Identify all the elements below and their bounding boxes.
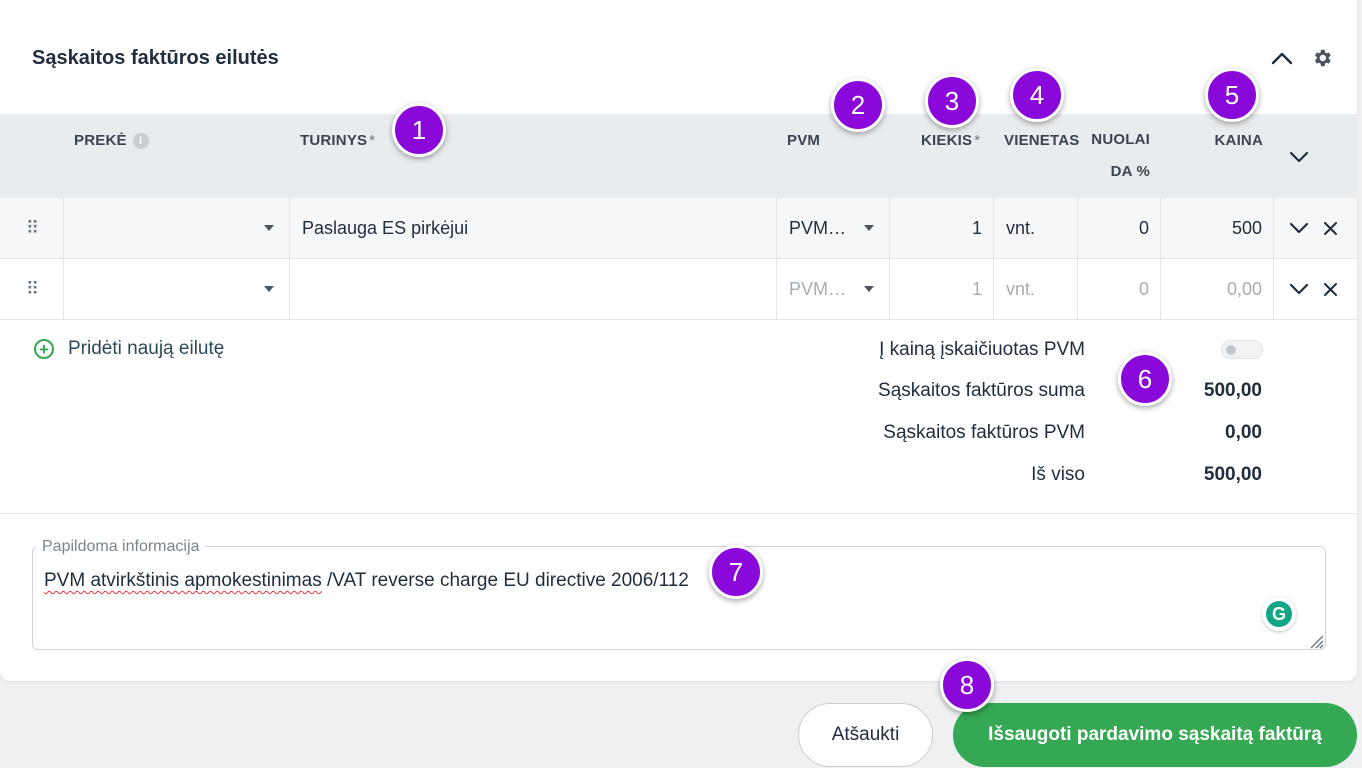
- col-nuolaida: NUOLAI DA %: [1091, 131, 1150, 180]
- extra-info-textarea[interactable]: [32, 546, 1326, 650]
- callout-badge: 7: [709, 545, 763, 599]
- plus-circle-icon: +: [34, 339, 54, 359]
- turinys-input[interactable]: Paslauga ES pirkėjui: [302, 198, 772, 258]
- callout-badge: 2: [831, 78, 885, 132]
- col-vienetas: VIENETAS: [1004, 132, 1080, 149]
- kaina-input[interactable]: 0,00: [1161, 259, 1262, 319]
- vat-included-toggle[interactable]: [1221, 340, 1263, 359]
- col-kiekis: KIEKIS *: [921, 132, 981, 149]
- invoice-total-label: Iš viso: [1031, 464, 1085, 485]
- col-preke: PREKĖ i: [74, 132, 149, 149]
- extra-info-text[interactable]: PVM atvirkštinis apmokestinimas /VAT rev…: [44, 570, 689, 592]
- table-header: PREKĖ i TURINYS * PVM KIEKIS * VIENETAS NUO…: [0, 114, 1357, 198]
- pvm-select[interactable]: PVM…: [789, 198, 884, 258]
- extra-info-legend: Papildoma informacija: [36, 538, 206, 556]
- callout-badge: 4: [1010, 68, 1064, 122]
- vienetas-input[interactable]: vnt.: [1006, 198, 1076, 258]
- caret-down-icon: [264, 286, 274, 292]
- add-row-label: Pridėti naują eilutę: [68, 338, 225, 359]
- vat-included-label: Į kainą įskaičiuotas PVM: [879, 339, 1085, 360]
- grammarly-icon[interactable]: G: [1262, 597, 1296, 631]
- preke-select[interactable]: [64, 198, 289, 258]
- chevron-down-icon[interactable]: [1289, 150, 1309, 168]
- nuolaida-input[interactable]: 0: [1078, 259, 1149, 319]
- pvm-select[interactable]: PVM…: [789, 259, 884, 319]
- vienetas-input[interactable]: vnt.: [1006, 259, 1076, 319]
- preke-select[interactable]: [64, 259, 289, 319]
- close-icon[interactable]: [1323, 198, 1338, 258]
- invoice-vat-label: Sąskaitos faktūros PVM: [883, 422, 1085, 443]
- callout-badge: 6: [1118, 352, 1172, 406]
- chevron-down-icon[interactable]: [1289, 198, 1309, 258]
- table-row: ⠿ Paslauga ES pirkėjui PVM… 1 vnt. 0 500: [0, 198, 1357, 259]
- info-icon[interactable]: i: [132, 133, 149, 149]
- invoice-sum-value: 500,00: [1203, 380, 1262, 401]
- col-pvm: PVM: [787, 132, 821, 149]
- invoice-lines-card: Sąskaitos faktūros eilutės PREKĖ i TURINY…: [0, 0, 1357, 681]
- chevron-down-icon[interactable]: [1289, 259, 1309, 319]
- table-row: ⠿ PVM… 1 vnt. 0 0,00: [0, 259, 1357, 320]
- turinys-input[interactable]: [302, 259, 772, 319]
- caret-down-icon: [264, 225, 274, 231]
- add-row-button[interactable]: + Pridėti naują eilutę: [34, 338, 224, 360]
- col-turinys: TURINYS *: [300, 132, 376, 149]
- invoice-total-value: 500,00: [1203, 464, 1262, 485]
- resize-handle-icon[interactable]: [1306, 631, 1324, 654]
- callout-badge: 5: [1205, 68, 1259, 122]
- col-kaina: KAINA: [1214, 132, 1263, 149]
- save-invoice-button[interactable]: Išsaugoti pardavimo sąskaitą faktūrą: [953, 703, 1357, 767]
- section-title: Sąskaitos faktūros eilutės: [32, 47, 279, 69]
- caret-down-icon: [864, 225, 874, 231]
- nuolaida-input[interactable]: 0: [1078, 198, 1149, 258]
- kiekis-input[interactable]: 1: [890, 198, 982, 258]
- toggle-knob: [1226, 345, 1236, 355]
- invoice-vat-value: 0,00: [1225, 422, 1262, 443]
- drag-handle-icon[interactable]: ⠿: [26, 259, 40, 319]
- callout-badge: 3: [925, 74, 979, 128]
- cancel-button[interactable]: Atšaukti: [798, 703, 933, 767]
- invoice-sum-label: Sąskaitos faktūros suma: [878, 380, 1085, 401]
- gear-icon[interactable]: [1310, 46, 1334, 70]
- close-icon[interactable]: [1323, 259, 1338, 319]
- chevron-up-icon[interactable]: [1270, 46, 1294, 70]
- divider: [0, 513, 1357, 514]
- callout-badge: 8: [940, 658, 994, 712]
- caret-down-icon: [864, 286, 874, 292]
- kiekis-input[interactable]: 1: [890, 259, 982, 319]
- drag-handle-icon[interactable]: ⠿: [26, 198, 40, 258]
- kaina-input[interactable]: 500: [1161, 198, 1262, 258]
- callout-badge: 1: [392, 103, 446, 157]
